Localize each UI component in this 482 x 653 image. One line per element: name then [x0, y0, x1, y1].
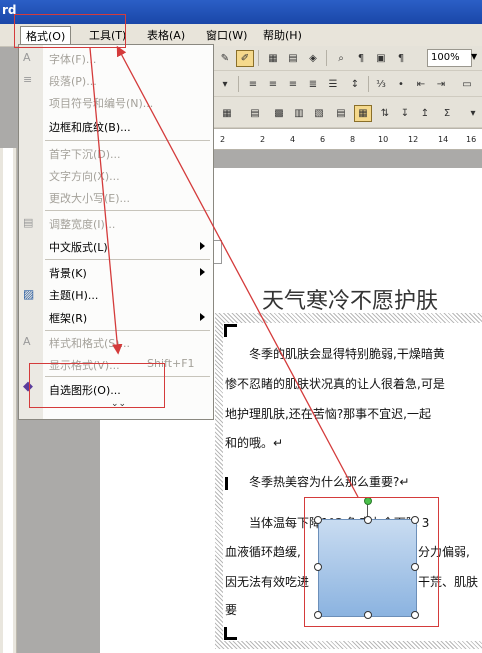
annotation-arrow-up: [116, 45, 359, 498]
annotation-arrows: [89, 45, 359, 498]
annotation-arrow-down: [89, 47, 123, 355]
